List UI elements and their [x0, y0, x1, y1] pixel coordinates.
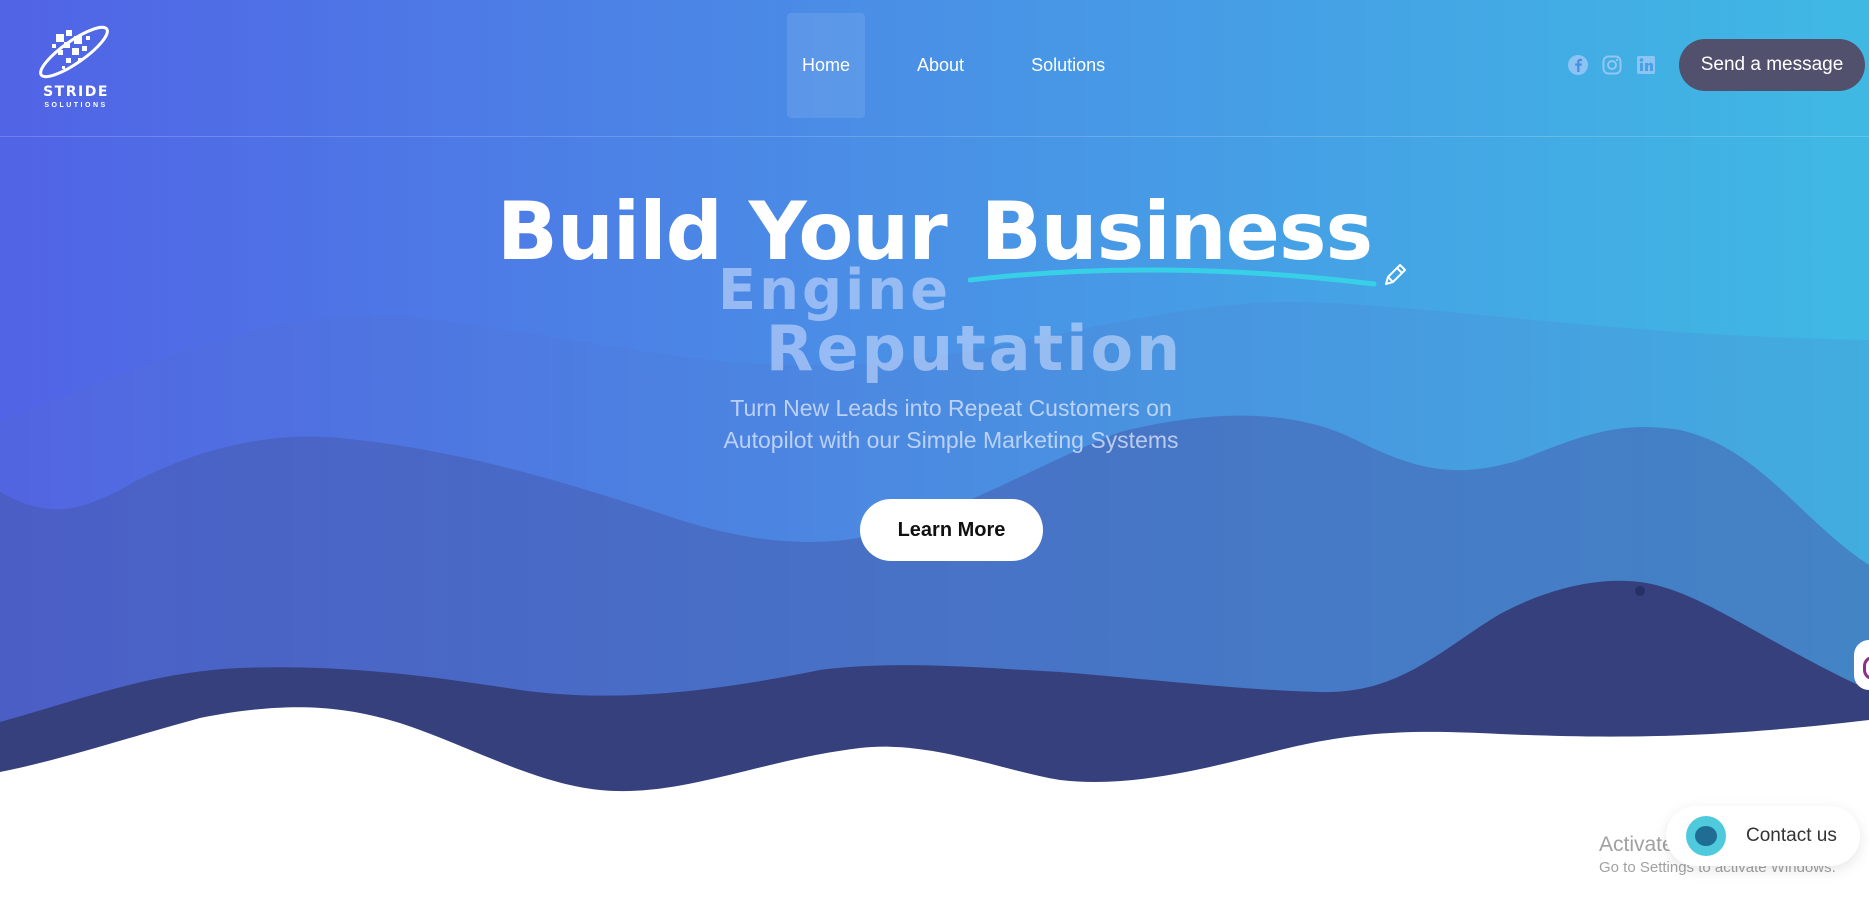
chat-bubble-icon — [1686, 816, 1726, 856]
subheading-line-1: Turn New Leads into Repeat Customers on — [730, 395, 1172, 421]
linkedin-icon[interactable] — [1635, 54, 1657, 76]
brand-logo[interactable]: STRIDE SOLUTIONS — [34, 16, 118, 116]
logo-mark-icon — [39, 25, 109, 79]
send-message-button[interactable]: Send a message — [1679, 39, 1865, 91]
hero-subheading: Turn New Leads into Repeat Customers on … — [684, 392, 1218, 456]
learn-more-button[interactable]: Learn More — [860, 499, 1043, 561]
side-widget-icon — [1863, 656, 1869, 680]
hero-section — [0, 0, 1869, 922]
decorative-dot — [1635, 586, 1645, 596]
background-waves — [0, 301, 1869, 922]
contact-us-label: Contact us — [1746, 825, 1837, 846]
site-header: STRIDE SOLUTIONS Home About Solutions Se… — [0, 0, 1869, 137]
nav-item-solutions[interactable]: Solutions — [1016, 13, 1120, 118]
chat-bubble-icon-inner — [1695, 826, 1717, 846]
brand-name: STRIDE — [43, 84, 109, 100]
brand-tagline: SOLUTIONS — [44, 102, 108, 109]
main-nav: Home About Solutions — [787, 13, 1157, 118]
facebook-icon[interactable] — [1567, 54, 1589, 76]
nav-item-about[interactable]: About — [902, 13, 979, 118]
nav-item-home[interactable]: Home — [787, 13, 866, 118]
side-widget-tab[interactable] — [1854, 640, 1869, 690]
subheading-line-2: Autopilot with our Simple Marketing Syst… — [723, 427, 1179, 453]
instagram-icon[interactable] — [1601, 54, 1623, 76]
social-links — [1567, 54, 1669, 76]
rotating-word-reputation: Reputation — [765, 312, 1184, 385]
contact-us-widget[interactable]: Contact us — [1666, 806, 1860, 866]
